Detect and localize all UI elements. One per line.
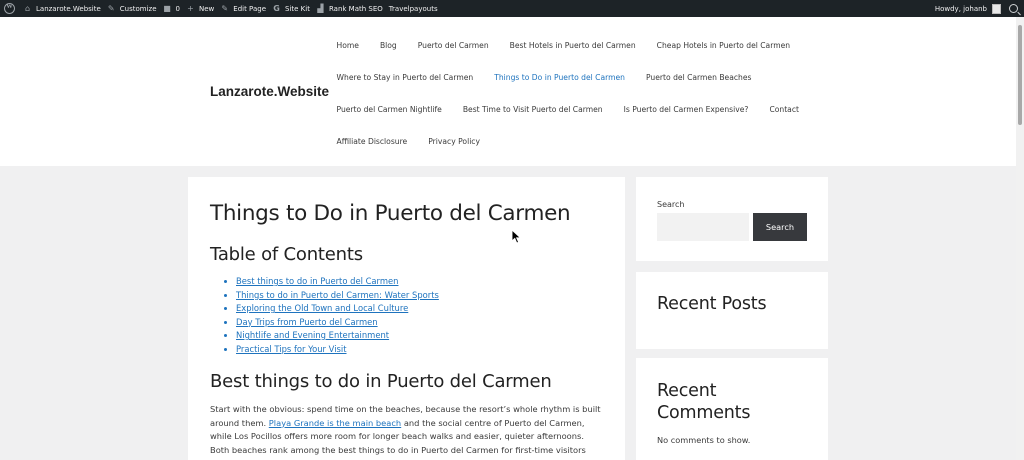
toc-link[interactable]: Best things to do in Puerto del Carmen: [236, 276, 398, 286]
toc-link[interactable]: Day Trips from Puerto del Carmen: [236, 317, 378, 327]
recent-posts-title: Recent Posts: [657, 294, 767, 314]
nav-row: Puerto del Carmen Nightlife Best Time to…: [326, 93, 799, 125]
no-comments-text: No comments to show.: [657, 435, 751, 445]
playa-grande-link[interactable]: Playa Grande is the main beach: [269, 418, 401, 428]
chart-icon: ▟: [317, 4, 324, 13]
nav-item-home[interactable]: Home: [326, 41, 369, 50]
admin-bar-edit-page[interactable]: ✎ Edit Page: [220, 0, 272, 17]
google-icon: G: [273, 4, 280, 13]
admin-bar-right: Howdy, johanb: [935, 0, 1018, 17]
admin-bar-rank-math[interactable]: ▟ Rank Math SEO: [316, 0, 389, 17]
nav-item-nightlife[interactable]: Puerto del Carmen Nightlife: [326, 105, 452, 114]
toc-link[interactable]: Practical Tips for Your Visit: [236, 344, 347, 354]
admin-bar-site-link[interactable]: ⌂ Lanzarote.Website: [23, 0, 107, 17]
search-label: Search: [657, 200, 685, 209]
page-title: Things to Do in Puerto del Carmen: [210, 201, 571, 226]
admin-bar-new-label: New: [199, 4, 215, 13]
admin-bar-site-label: Lanzarote.Website: [36, 4, 101, 13]
nav-item-cheap-hotels[interactable]: Cheap Hotels in Puerto del Carmen: [646, 41, 800, 50]
search-form: Search: [657, 213, 807, 241]
comment-icon: ■: [163, 4, 171, 13]
toc-link[interactable]: Exploring the Old Town and Local Culture: [236, 303, 408, 313]
main-navigation: Home Blog Puerto del Carmen Best Hotels …: [326, 29, 799, 157]
section-heading: Best things to do in Puerto del Carmen: [210, 371, 552, 392]
list-item: Exploring the Old Town and Local Culture: [236, 302, 603, 316]
admin-bar-new[interactable]: + New: [186, 0, 220, 17]
nav-item-where-to-stay[interactable]: Where to Stay in Puerto del Carmen: [326, 73, 484, 82]
search-input[interactable]: [657, 213, 749, 241]
admin-bar-customize-label: Customize: [119, 4, 157, 13]
list-item: Nightlife and Evening Entertainment: [236, 329, 603, 343]
mouse-cursor-icon: [511, 229, 522, 244]
admin-bar-site-kit-label: Site Kit: [285, 4, 310, 13]
nav-item-blog[interactable]: Blog: [369, 41, 407, 50]
home-icon: ⌂: [24, 4, 31, 13]
nav-item-affiliate-disclosure[interactable]: Affiliate Disclosure: [326, 137, 418, 146]
search-button[interactable]: Search: [753, 213, 807, 241]
site-header: Lanzarote.Website Home Blog Puerto del C…: [0, 17, 1016, 166]
body-paragraph: Start with the obvious: spend time on th…: [210, 403, 603, 460]
nav-item-best-hotels[interactable]: Best Hotels in Puerto del Carmen: [499, 41, 646, 50]
toc-title: Table of Contents: [210, 244, 363, 265]
list-item: Practical Tips for Your Visit: [236, 343, 603, 357]
nav-row: Home Blog Puerto del Carmen Best Hotels …: [326, 29, 796, 61]
pencil-icon: ✎: [221, 4, 229, 13]
admin-bar-rank-math-label: Rank Math SEO: [328, 4, 383, 13]
search-widget: Search Search: [636, 177, 828, 261]
list-item: Day Trips from Puerto del Carmen: [236, 316, 603, 330]
admin-bar-comments[interactable]: ■ 0: [163, 0, 186, 17]
recent-comments-title: Recent Comments: [657, 381, 751, 423]
admin-bar-howdy[interactable]: Howdy, johanb: [935, 5, 987, 13]
main-content: Things to Do in Puerto del Carmen Table …: [188, 177, 625, 460]
admin-search-icon[interactable]: [1009, 4, 1018, 13]
nav-row: Affiliate Disclosure Privacy Policy: [326, 125, 796, 157]
nav-item-expensive[interactable]: Is Puerto del Carmen Expensive?: [613, 105, 759, 114]
admin-bar-customize[interactable]: ✎ Customize: [107, 0, 163, 17]
nav-item-puerto-del-carmen[interactable]: Puerto del Carmen: [407, 41, 499, 50]
scrollbar-thumb[interactable]: [1018, 25, 1022, 125]
admin-bar: ⌂ Lanzarote.Website ✎ Customize ■ 0 + Ne…: [0, 0, 1024, 17]
toc-link[interactable]: Things to do in Puerto del Carmen: Water…: [236, 290, 439, 300]
site-title[interactable]: Lanzarote.Website: [210, 84, 329, 99]
nav-row: Where to Stay in Puerto del Carmen Thing…: [326, 61, 796, 93]
admin-bar-travelpayouts[interactable]: Travelpayouts: [389, 0, 444, 17]
recent-comments-widget: Recent Comments No comments to show.: [636, 358, 828, 460]
brush-icon: ✎: [107, 4, 115, 13]
nav-item-best-time[interactable]: Best Time to Visit Puerto del Carmen: [452, 105, 613, 114]
nav-item-privacy-policy[interactable]: Privacy Policy: [418, 137, 491, 146]
toc-list: Best things to do in Puerto del Carmen T…: [210, 275, 603, 356]
admin-bar-edit-page-label: Edit Page: [233, 4, 267, 13]
page-scrollbar[interactable]: [1016, 17, 1024, 460]
nav-item-contact[interactable]: Contact: [759, 105, 810, 114]
nav-item-things-to-do[interactable]: Things to Do in Puerto del Carmen: [484, 73, 636, 82]
admin-bar-travelpayouts-label: Travelpayouts: [388, 4, 438, 13]
admin-bar-site-kit[interactable]: G Site Kit: [272, 0, 316, 17]
wordpress-logo-icon[interactable]: [4, 3, 15, 14]
avatar[interactable]: [992, 3, 1001, 14]
recent-posts-widget: Recent Posts: [636, 272, 828, 349]
toc-link[interactable]: Nightlife and Evening Entertainment: [236, 330, 389, 340]
admin-bar-comments-count: 0: [175, 4, 180, 13]
nav-item-beaches[interactable]: Puerto del Carmen Beaches: [635, 73, 762, 82]
admin-bar-left: ⌂ Lanzarote.Website ✎ Customize ■ 0 + Ne…: [0, 0, 444, 17]
list-item: Best things to do in Puerto del Carmen: [236, 275, 603, 289]
plus-icon: +: [187, 4, 194, 13]
list-item: Things to do in Puerto del Carmen: Water…: [236, 289, 603, 303]
